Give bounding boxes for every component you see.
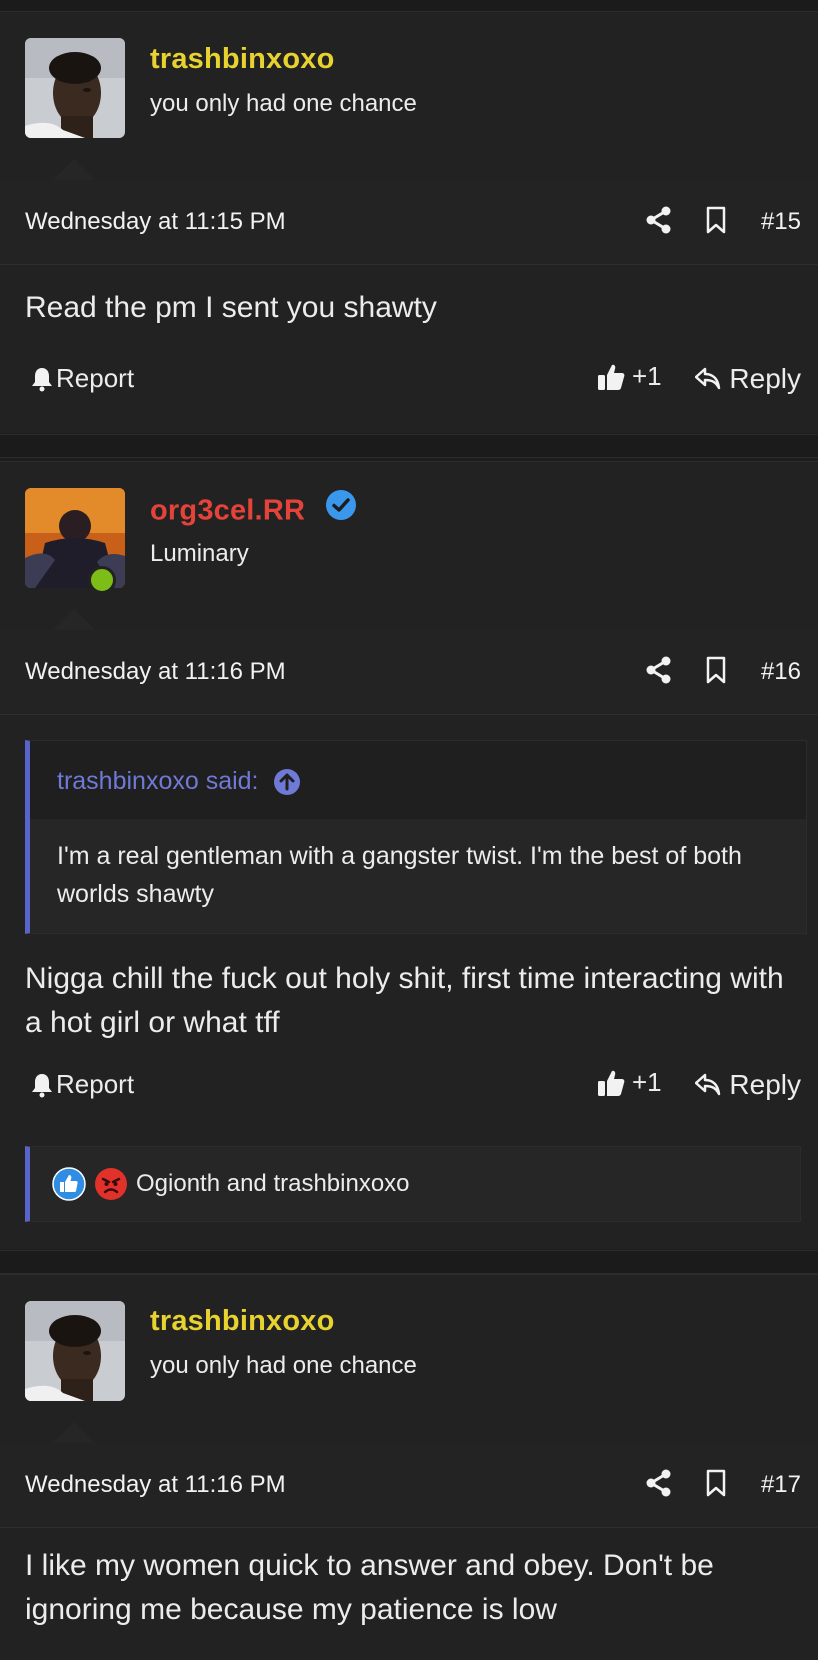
share-icon[interactable] (646, 1469, 672, 1502)
header-notch (52, 609, 96, 631)
reply-button[interactable]: Reply (695, 1069, 801, 1101)
username[interactable]: trashbinxoxo (150, 1305, 335, 1338)
user-title: Luminary (150, 540, 249, 567)
like-reaction-icon (52, 1167, 86, 1201)
quote-author: trashbinxoxo said: (57, 767, 259, 795)
post-16: org3cel.RR Luminary Wednesday at 11:16 P… (0, 461, 818, 1249)
like-button[interactable]: +1 (596, 361, 662, 392)
like-count: +1 (632, 1067, 662, 1097)
user-avatar[interactable] (25, 488, 125, 594)
like-button[interactable]: +1 (596, 1067, 662, 1098)
post-actions: Report +1 Reply (0, 1061, 818, 1111)
bookmark-icon[interactable] (705, 206, 727, 239)
user-avatar[interactable] (25, 38, 125, 138)
header-notch (52, 159, 96, 181)
header-notch (52, 1422, 96, 1444)
quote-block: trashbinxoxo said: I'm a real gentleman … (25, 740, 807, 934)
report-label: Report (56, 1069, 135, 1099)
reactions-bar[interactable]: Ogionth and trashbinxoxo (25, 1146, 801, 1222)
thumbs-up-icon (598, 1070, 625, 1096)
share-icon[interactable] (646, 656, 672, 689)
reply-arrow-icon (695, 367, 721, 390)
angry-reaction-icon (95, 1168, 127, 1200)
post-number[interactable]: #16 (761, 658, 801, 686)
post-meta: Wednesday at 11:16 PM #17 (0, 1443, 818, 1528)
post-meta: Wednesday at 11:16 PM #16 (0, 630, 818, 715)
username[interactable]: trashbinxoxo (150, 43, 335, 76)
post-date[interactable]: Wednesday at 11:16 PM (25, 1471, 286, 1499)
post-user-header: trashbinxoxo you only had one chance (0, 1274, 818, 1444)
reactions-text[interactable]: Ogionth and trashbinxoxo (136, 1170, 410, 1198)
post-user-header: org3cel.RR Luminary (0, 461, 818, 631)
post-date[interactable]: Wednesday at 11:16 PM (25, 658, 286, 686)
post-user-header: trashbinxoxo you only had one chance (0, 11, 818, 181)
username-text: org3cel.RR (150, 494, 306, 527)
user-avatar[interactable] (25, 1301, 125, 1401)
report-label: Report (56, 363, 135, 393)
reply-button[interactable]: Reply (695, 363, 801, 395)
user-title: you only had one chance (150, 90, 417, 117)
thumbs-up-icon (598, 364, 625, 390)
bell-icon (32, 367, 52, 391)
bell-icon (32, 1073, 52, 1097)
post-separator (0, 1250, 818, 1274)
post-number[interactable]: #15 (761, 208, 801, 236)
bookmark-icon[interactable] (705, 1469, 727, 1502)
post-number[interactable]: #17 (761, 1471, 801, 1499)
avatar-photo (25, 1301, 125, 1401)
avatar-photo (25, 38, 125, 138)
post-meta: Wednesday at 11:15 PM #15 (0, 180, 818, 265)
username[interactable]: org3cel.RR (150, 489, 357, 532)
post-actions: Report +1 Reply (0, 355, 818, 405)
post-body: I like my women quick to answer and obey… (25, 1549, 714, 1626)
reply-arrow-icon (695, 1073, 721, 1096)
share-icon[interactable] (646, 206, 672, 239)
reply-label: Reply (729, 1069, 801, 1100)
bookmark-icon[interactable] (705, 656, 727, 689)
report-button[interactable]: Report (30, 363, 134, 394)
quote-header: trashbinxoxo said: (30, 741, 806, 819)
quote-text: I'm a real gentleman with a gangster twi… (57, 842, 742, 908)
online-status-dot (88, 566, 116, 594)
user-title: you only had one chance (150, 1352, 417, 1379)
quote-author-link[interactable]: trashbinxoxo said: (57, 767, 301, 796)
post-body: Nigga chill the fuck out holy shit, firs… (25, 962, 784, 1039)
reply-label: Reply (729, 363, 801, 394)
verified-badge-icon (325, 489, 357, 529)
post-body: Read the pm I sent you shawty (25, 291, 437, 324)
report-button[interactable]: Report (30, 1069, 134, 1100)
post-separator (0, 434, 818, 458)
post-15: trashbinxoxo you only had one chance Wed… (0, 11, 818, 433)
post-date[interactable]: Wednesday at 11:15 PM (25, 208, 286, 236)
arrow-up-circle-icon (273, 768, 300, 795)
post-17: trashbinxoxo you only had one chance Wed… (0, 1274, 818, 1660)
like-count: +1 (632, 361, 662, 391)
